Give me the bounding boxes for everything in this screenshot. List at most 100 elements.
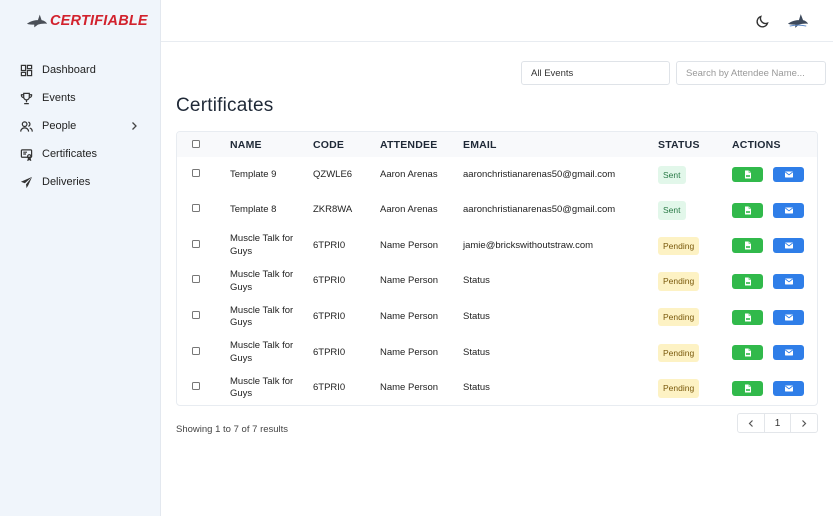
certificates-table: NAME CODE ATTENDEE EMAIL STATUS ACTIONS … [176,131,818,406]
download-pdf-button[interactable] [732,167,763,183]
cell-name: Muscle Talk for Guys [230,340,294,364]
envelope-icon [784,170,794,179]
download-pdf-button[interactable] [732,238,763,254]
pdf-file-icon [743,170,753,179]
results-suffix: results [260,424,289,435]
send-email-button[interactable] [773,380,804,396]
send-email-button[interactable] [773,309,804,325]
chevron-right-icon [802,419,807,427]
status-badge: Pending [658,343,700,363]
cell-code: 6TPRI0 [313,275,346,287]
cell-attendee: Name Person [380,382,439,394]
cell-attendee: Name Person [380,275,439,287]
cell-attendee: Name Person [380,310,439,322]
pdf-file-icon [743,241,753,250]
envelope-icon [784,206,794,215]
table-row: Template 9 QZWLE6 Aaron Arenas aaronchristi… [177,157,817,193]
pdf-file-icon [743,384,753,393]
download-pdf-button[interactable] [732,274,763,290]
page-button-current[interactable]: 1 [763,414,791,432]
cell-code: 6TPRI0 [313,239,346,251]
pdf-file-icon [743,313,753,322]
sidebar-nav: Dashboard Events People Certificates Del… [0,56,161,196]
next-page-button[interactable] [790,414,817,432]
status-badge: Pending [658,272,700,291]
column-header-email[interactable]: EMAIL [463,132,658,157]
moon-icon[interactable] [755,13,771,29]
row-actions [732,274,817,290]
results-total: 7 [252,424,258,435]
results-to: 7 [233,424,239,435]
cell-attendee: Name Person [380,346,439,358]
page-title: Certificates [176,95,274,116]
attendee-search-input[interactable] [676,61,826,85]
row-checkbox[interactable] [192,310,200,319]
row-checkbox[interactable] [192,275,200,284]
table-row: Muscle Talk for Guys 6TPRI0 Name Person Sta… [177,371,817,405]
cell-email: Status [463,310,490,322]
table-row: Muscle Talk for Guys 6TPRI0 Name Person Sta… [177,264,817,300]
download-pdf-button[interactable] [732,380,763,396]
download-pdf-button[interactable] [732,202,763,218]
send-email-button[interactable] [773,238,804,254]
send-email-button[interactable] [773,202,804,218]
dashboard-icon [20,64,33,77]
sidebar-item-people[interactable]: People [0,112,161,140]
table-row: Muscle Talk for Guys 6TPRI0 Name Person jam… [177,228,817,264]
sidebar-item-label: Deliveries [42,176,91,188]
logo[interactable]: CERTIFIABLE [26,10,148,32]
sidebar-item-label: People [42,120,77,132]
status-badge: Pending [658,307,700,327]
cell-name: Muscle Talk for Guys [230,375,294,400]
table-row: Muscle Talk for Guys 6TPRI0 Name Person Sta… [177,335,817,371]
pdf-file-icon [743,277,753,286]
row-checkbox[interactable] [192,168,200,177]
cell-code: QZWLE6 [313,168,353,180]
cell-email: Status [463,382,490,394]
results-prefix: Showing [176,424,213,435]
column-header-status[interactable]: STATUS [658,132,732,157]
row-checkbox[interactable] [192,239,200,248]
envelope-icon [784,313,794,322]
row-checkbox[interactable] [192,382,200,391]
sidebar-item-label: Dashboard [42,64,96,76]
envelope-icon [784,241,794,250]
event-filter-select[interactable]: All Events [521,61,670,85]
column-header-code[interactable]: CODE [313,132,380,157]
select-all-checkbox[interactable] [192,140,200,148]
chevron-left-icon [748,419,753,427]
trophy-icon [20,92,33,105]
sidebar-item-events[interactable]: Events [0,84,161,112]
cell-code: 6TPRI0 [313,382,346,394]
cell-code: ZKR8WA [313,204,353,216]
row-actions [732,238,817,254]
send-email-button[interactable] [773,345,804,361]
sidebar-item-label: Certificates [42,148,98,160]
status-badge: Pending [658,236,700,256]
send-email-button[interactable] [773,167,804,183]
users-icon [20,120,33,133]
cell-email: Status [463,275,490,287]
send-icon [20,176,33,189]
cell-attendee: Name Person [380,239,439,251]
download-pdf-button[interactable] [732,345,763,361]
status-badge: Pending [658,379,700,398]
prev-page-button[interactable] [738,414,764,432]
download-pdf-button[interactable] [732,309,763,325]
cell-email: aaronchristianarenas50@gmail.com [463,168,616,180]
sidebar-item-dashboard[interactable]: Dashboard [0,56,161,84]
sidebar-item-deliveries[interactable]: Deliveries [0,168,161,196]
cell-code: 6TPRI0 [313,310,346,322]
sidebar-item-certificates[interactable]: Certificates [0,140,161,168]
column-header-name[interactable]: NAME [230,132,313,157]
chevron-right-icon[interactable] [129,120,139,132]
send-email-button[interactable] [773,274,804,290]
cell-code: 6TPRI0 [313,346,346,358]
column-header-attendee[interactable]: ATTENDEE [380,132,463,157]
row-checkbox[interactable] [192,346,200,355]
table-row: Template 8 ZKR8WA Aaron Arenas aaronchristi… [177,193,817,229]
table-header-row: NAME CODE ATTENDEE EMAIL STATUS ACTIONS [177,132,817,157]
row-checkbox[interactable] [192,204,200,213]
cell-attendee: Aaron Arenas [380,204,438,216]
shark-avatar-icon[interactable] [787,12,809,30]
